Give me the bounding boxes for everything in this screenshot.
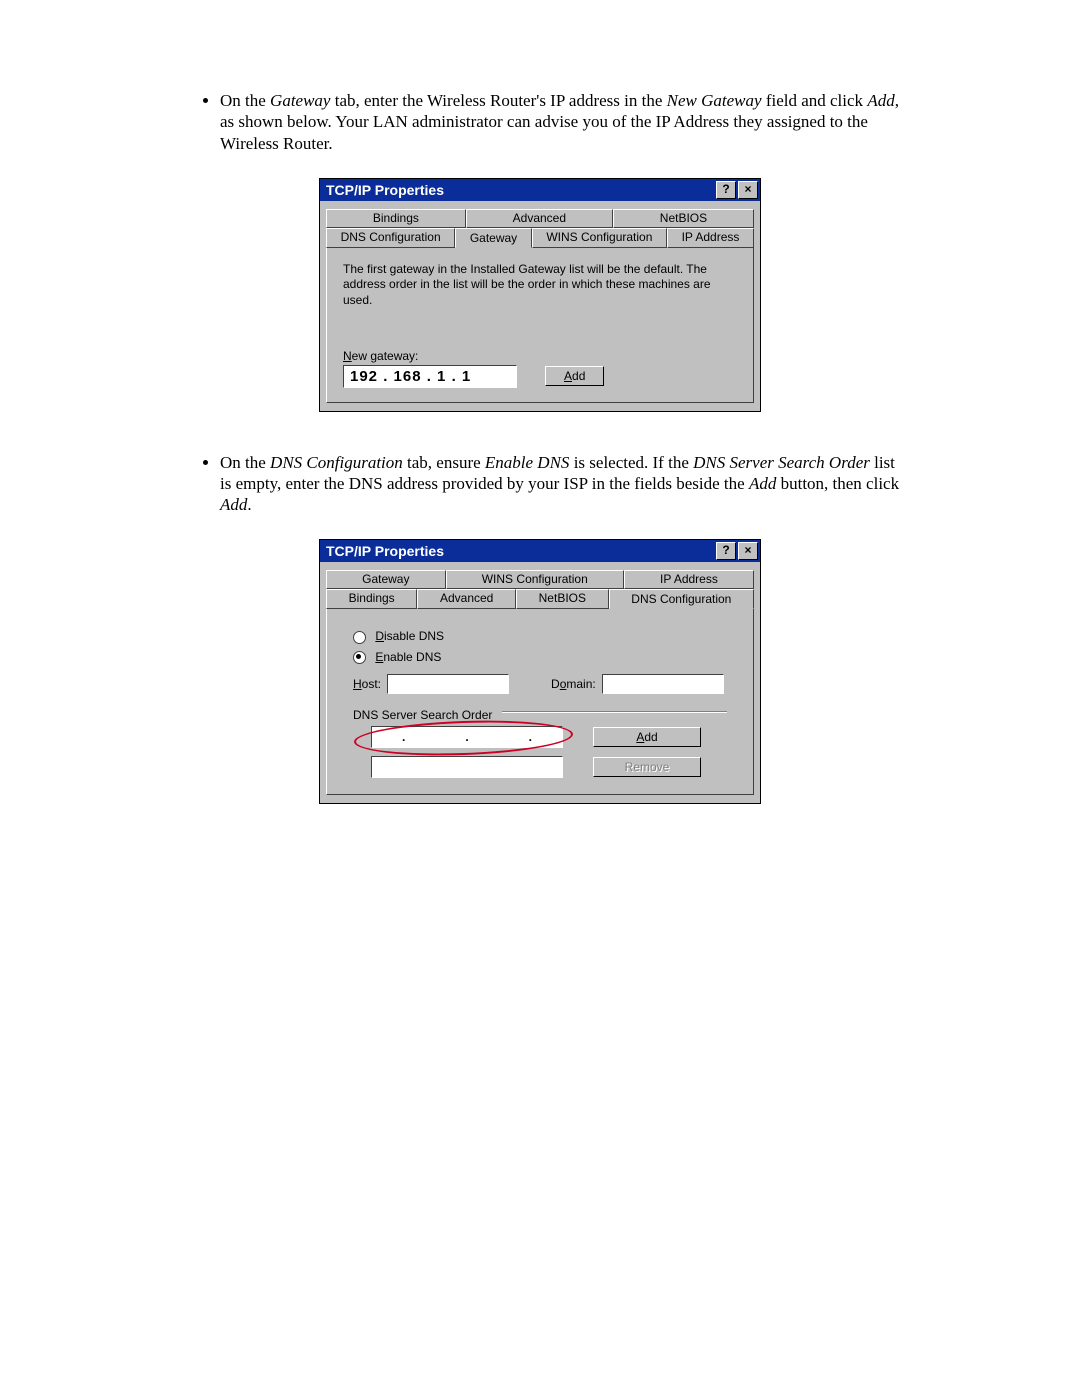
domain-label: Domain:	[551, 677, 596, 691]
tab-advanced[interactable]: Advanced	[466, 209, 613, 228]
dns-ip-input[interactable]: . . .	[371, 726, 563, 748]
close-icon[interactable]: ×	[738, 542, 758, 560]
instruction-bullet-1: On the Gateway tab, enter the Wireless R…	[220, 90, 900, 154]
tab-ip-address[interactable]: IP Address	[624, 570, 754, 589]
dialog-title: TCP/IP Properties	[326, 182, 444, 198]
tab-netbios[interactable]: NetBIOS	[613, 209, 754, 228]
domain-input[interactable]	[602, 674, 724, 694]
tcpip-properties-dialog-dns: TCP/IP Properties ? × GatewayWINS Config…	[319, 539, 761, 804]
add-button[interactable]: Add	[593, 727, 701, 747]
titlebar: TCP/IP Properties ? ×	[320, 540, 760, 562]
radio-checked-icon	[353, 651, 366, 664]
radio-icon	[353, 631, 366, 644]
help-icon[interactable]: ?	[716, 542, 736, 560]
close-icon[interactable]: ×	[738, 181, 758, 199]
tab-bindings[interactable]: Bindings	[326, 209, 466, 228]
help-icon[interactable]: ?	[716, 181, 736, 199]
add-button[interactable]: Add	[545, 366, 604, 386]
enable-dns-radio[interactable]: Enable DNS	[353, 650, 727, 664]
dns-search-order-label: DNS Server Search Order	[353, 708, 492, 722]
remove-button: Remove	[593, 757, 701, 777]
tab-wins-configuration[interactable]: WINS Configuration	[446, 570, 624, 589]
host-label: Host:	[353, 677, 381, 691]
gateway-description: The first gateway in the Installed Gatew…	[343, 262, 737, 309]
tab-dns-configuration[interactable]: DNS Configuration	[326, 228, 455, 248]
tab-advanced[interactable]: Advanced	[417, 589, 516, 609]
tab-ip-address[interactable]: IP Address	[667, 228, 754, 248]
tab-gateway[interactable]: Gateway	[455, 228, 532, 248]
tab-wins-configuration[interactable]: WINS Configuration	[532, 228, 667, 248]
dns-server-list[interactable]	[371, 756, 563, 778]
tab-netbios[interactable]: NetBIOS	[516, 589, 609, 609]
host-input[interactable]	[387, 674, 509, 694]
tab-bindings[interactable]: Bindings	[326, 589, 417, 609]
titlebar: TCP/IP Properties ? ×	[320, 179, 760, 201]
instruction-bullet-2: On the DNS Configuration tab, ensure Ena…	[220, 452, 900, 516]
disable-dns-radio[interactable]: Disable DNS	[353, 629, 727, 643]
tcpip-properties-dialog-gateway: TCP/IP Properties ? × BindingsAdvancedNe…	[319, 178, 761, 412]
tab-dns-configuration[interactable]: DNS Configuration	[609, 589, 754, 609]
new-gateway-label: New gateway:	[343, 349, 737, 363]
new-gateway-ip-input[interactable]: 192 . 168 . 1 . 1	[343, 365, 517, 388]
tab-gateway[interactable]: Gateway	[326, 570, 446, 589]
dialog-title: TCP/IP Properties	[326, 543, 444, 559]
